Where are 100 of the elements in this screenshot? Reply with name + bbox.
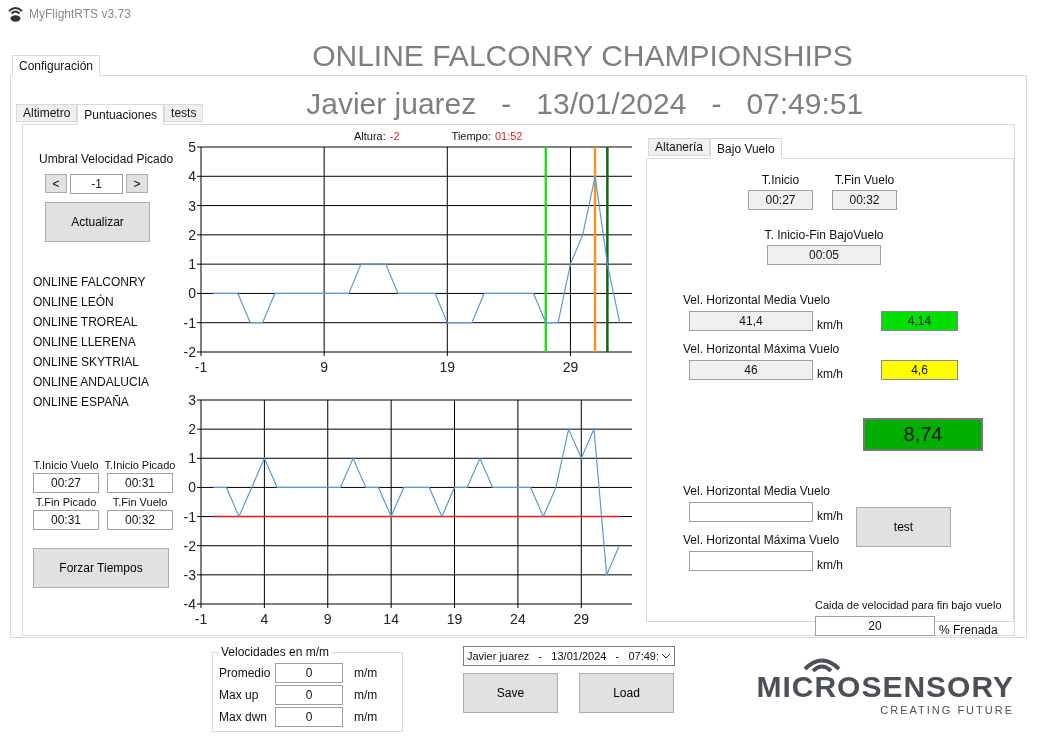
threshold-field[interactable]: -1: [70, 174, 123, 194]
antenna-icon: [8, 6, 23, 22]
axis-label: -1: [194, 611, 208, 627]
time-label: Tiempo:: [451, 131, 491, 141]
value-field[interactable]: 00:32: [832, 190, 897, 210]
axis-label: 2: [188, 421, 196, 438]
button[interactable]: Save: [463, 673, 558, 713]
speed-label: Vel. Horizontal Media Vuelo: [683, 484, 831, 498]
logo-wordmark: MICROSENSORY: [756, 672, 1014, 702]
unit-label: km/h: [817, 317, 843, 334]
tab[interactable]: tests: [164, 104, 204, 122]
time-label: T.Inicio: [761, 173, 800, 187]
value-field[interactable]: 0: [275, 663, 343, 683]
axis-label: -2: [183, 537, 196, 554]
altitude-label: Altura:: [354, 131, 386, 141]
tab[interactable]: Puntuaciones: [77, 104, 165, 125]
speed-label: Max dwn: [219, 709, 269, 726]
axis-label: 14: [383, 611, 399, 627]
axis-label: 29: [573, 611, 590, 627]
score-field: 4,6: [881, 360, 958, 380]
axis-label: 24: [510, 611, 526, 627]
axis-label: 4: [260, 611, 269, 627]
duration-label: T. Inicio-Fin BajoVuelo: [764, 228, 884, 242]
drop-label: Caida de velocidad para fin bajo vuelo: [815, 598, 1003, 612]
axis-label: -4: [183, 596, 196, 612]
axis-label: 9: [323, 611, 332, 627]
unit-label: m/m: [354, 687, 378, 704]
value-field[interactable]: 0: [275, 707, 343, 727]
value-field[interactable]: 00:32: [107, 510, 173, 530]
axis-label: -1: [183, 508, 196, 525]
unit-label: % Frenada: [939, 622, 998, 639]
time-value: 01:52: [494, 131, 523, 141]
button[interactable]: Forzar Tiempos: [33, 548, 169, 588]
tab[interactable]: Bajo Vuelo: [710, 138, 782, 159]
button[interactable]: test: [856, 507, 951, 547]
tab[interactable]: Altanería: [648, 138, 711, 156]
tab[interactable]: Configuración: [12, 55, 101, 76]
total-score: 8,74: [863, 418, 983, 451]
competition-item[interactable]: ONLINE FALCONRY: [33, 274, 189, 290]
chevron-down-icon: [661, 653, 671, 659]
axis-label: 5: [188, 139, 196, 155]
axis-label: 0: [188, 285, 196, 302]
button[interactable]: <: [45, 174, 67, 193]
unit-label: km/h: [817, 366, 843, 383]
value-field[interactable]: 41,4: [689, 311, 813, 331]
axis-label: 9: [320, 359, 329, 375]
axis-label: 19: [446, 611, 463, 627]
button[interactable]: Load: [579, 673, 674, 713]
axis-label: 1: [188, 256, 196, 273]
input-field[interactable]: [689, 551, 813, 571]
value-field[interactable]: 0: [275, 685, 343, 705]
axis-label: 1: [188, 450, 196, 467]
session-dropdown[interactable]: Javier juarez - 13/01/2024 - 07:49:: [463, 646, 675, 666]
axis-label: 0: [188, 479, 196, 496]
axis-label: 2: [188, 226, 196, 243]
unit-label: m/m: [354, 709, 378, 726]
session-heading: Javier juarez - 13/01/2024 - 07:49:51: [306, 87, 864, 120]
speed-label: Vel. Horizontal Media Vuelo: [683, 293, 831, 307]
value-field[interactable]: 00:05: [767, 245, 881, 265]
axis-label: 19: [439, 359, 456, 375]
time-label: T.Inicio Vuelo: [33, 458, 99, 472]
competition-item[interactable]: ONLINE ANDALUCIA: [33, 374, 189, 390]
wifi-icon: [802, 656, 842, 672]
value-field[interactable]: 46: [689, 360, 813, 380]
drop-field[interactable]: 20: [815, 616, 935, 636]
axis-label: 4: [188, 168, 196, 185]
value-field[interactable]: 00:27: [748, 190, 813, 210]
speed-label: Vel. Horizontal Máxima Vuelo: [683, 342, 841, 356]
axis-label: -1: [194, 359, 208, 375]
time-label: T.Inicio Picado: [104, 458, 176, 472]
speed-label: Vel. Horizontal Máxima Vuelo: [683, 533, 841, 547]
time-label: T.Fin Vuelo: [834, 173, 895, 187]
score-field: 4,14: [881, 311, 958, 331]
button[interactable]: Actualizar: [45, 202, 150, 242]
unit-label: km/h: [817, 557, 843, 574]
threshold-label: Umbral Velocidad Picado: [39, 151, 175, 168]
speed-label: Max up: [219, 687, 260, 704]
logo-tagline: CREATING FUTURE: [880, 703, 1014, 718]
axis-label: 29: [562, 359, 579, 375]
value-field[interactable]: 00:31: [107, 473, 173, 493]
axis-label: -1: [183, 314, 196, 331]
competition-item[interactable]: ONLINE ESPAÑA: [33, 394, 189, 410]
time-label: T.Fin Vuelo: [112, 495, 168, 509]
unit-label: m/m: [354, 665, 378, 682]
speed-label: Promedio: [219, 665, 272, 682]
competition-item[interactable]: ONLINE LEÓN: [33, 294, 189, 310]
input-field[interactable]: [689, 502, 813, 522]
value-field[interactable]: 00:31: [33, 510, 99, 530]
time-label: T.Fin Picado: [35, 495, 97, 509]
tab[interactable]: Altimetro: [16, 104, 78, 122]
axis-label: 3: [188, 197, 196, 214]
axis-label: -3: [183, 566, 196, 583]
button[interactable]: >: [126, 174, 148, 193]
value-field[interactable]: 00:27: [33, 473, 99, 493]
axis-label: 3: [188, 392, 196, 408]
page-title: ONLINE FALCONRY CHAMPIONSHIPS: [312, 39, 853, 72]
window-title: MyFlightRTS v3.73: [29, 6, 131, 23]
altitude-value: -2: [389, 131, 400, 141]
unit-label: km/h: [817, 508, 843, 525]
group-title: Velocidades en m/m: [219, 645, 332, 659]
